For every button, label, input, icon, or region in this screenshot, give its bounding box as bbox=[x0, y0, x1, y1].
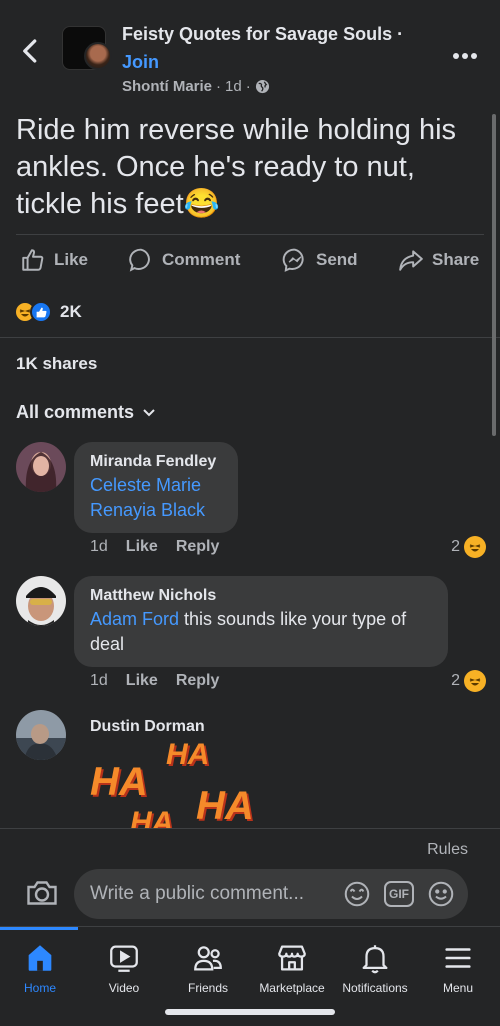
share-arrow-icon bbox=[399, 250, 423, 271]
mention-link[interactable]: Renayia Black bbox=[90, 498, 222, 523]
share-button[interactable]: Share bbox=[398, 242, 479, 278]
post-text: Ride him reverse while holding his ankle… bbox=[16, 112, 486, 223]
active-tab-indicator bbox=[0, 927, 78, 930]
avatar[interactable] bbox=[16, 442, 66, 492]
author-name[interactable]: Shontí Marie bbox=[122, 78, 212, 95]
tab-menu[interactable]: Menu bbox=[416, 941, 500, 995]
chevron-down-icon bbox=[143, 408, 155, 416]
tab-home[interactable]: Home bbox=[0, 941, 82, 995]
comment-reply-button[interactable]: Reply bbox=[176, 672, 220, 690]
mention-link[interactable]: Celeste Marie bbox=[90, 473, 222, 498]
bell-icon bbox=[362, 945, 388, 974]
comment-button[interactable]: Comment bbox=[128, 242, 240, 278]
tab-notifications[interactable]: Notifications bbox=[333, 941, 417, 995]
like-button[interactable]: Like bbox=[20, 242, 88, 278]
join-button[interactable]: Join bbox=[122, 52, 159, 73]
group-name[interactable]: Feisty Quotes for Savage Souls · bbox=[122, 24, 403, 45]
divider bbox=[0, 337, 500, 338]
gif-comment[interactable]: HA HA HA HA bbox=[74, 734, 274, 828]
post-meta: Shontí Marie · 1d · bbox=[122, 78, 270, 95]
camera-icon[interactable] bbox=[24, 875, 60, 911]
tab-marketplace[interactable]: Marketplace bbox=[250, 941, 334, 995]
rules-link[interactable]: Rules bbox=[427, 841, 468, 859]
mention-link[interactable]: Adam Ford bbox=[90, 609, 179, 629]
comment-like-button[interactable]: Like bbox=[126, 672, 158, 690]
video-icon bbox=[110, 945, 138, 972]
post-header: Feisty Quotes for Savage Souls · Join Sh… bbox=[0, 0, 500, 110]
comment-reaction[interactable]: 2 bbox=[451, 670, 486, 692]
comment-bubble[interactable]: Miranda Fendley Celeste Marie Renayia Bl… bbox=[74, 442, 238, 533]
avatar-sticker-icon[interactable] bbox=[342, 879, 372, 909]
post-emoji: 😂 bbox=[183, 188, 220, 220]
comment-time: 1d bbox=[90, 538, 108, 555]
more-options-icon[interactable] bbox=[452, 40, 478, 66]
post-time[interactable]: 1d bbox=[225, 78, 242, 95]
reaction-summary[interactable]: 2K bbox=[14, 300, 82, 324]
send-button[interactable]: Send bbox=[282, 242, 358, 278]
comment-text: Adam Ford this sounds like your type of … bbox=[90, 609, 407, 654]
comment-meta: 1d Like Reply bbox=[90, 672, 219, 690]
globe-icon bbox=[255, 79, 269, 94]
comment-placeholder: Write a public comment... bbox=[90, 883, 305, 904]
scrollbar[interactable] bbox=[492, 114, 496, 436]
marketplace-icon bbox=[278, 945, 306, 971]
comment-meta: 1d Like Reply bbox=[90, 538, 219, 556]
comment-bubble[interactable]: Matthew Nichols Adam Ford this sounds li… bbox=[74, 576, 448, 667]
comment-time: 1d bbox=[90, 672, 108, 689]
comment-like-button[interactable]: Like bbox=[126, 538, 158, 556]
avatar[interactable] bbox=[16, 576, 66, 626]
gif-text: HA bbox=[166, 738, 210, 771]
gif-text: HA bbox=[90, 760, 148, 804]
reaction-count: 2K bbox=[60, 302, 82, 321]
messenger-icon bbox=[282, 248, 304, 272]
comment-composer: Rules Write a public comment... GIF bbox=[0, 828, 500, 926]
gif-text: HA bbox=[130, 806, 174, 828]
post-body: Ride him reverse while holding his ankle… bbox=[16, 114, 457, 220]
divider bbox=[16, 234, 484, 235]
gif-text: HA bbox=[196, 784, 254, 828]
haha-reaction-icon bbox=[464, 670, 486, 692]
shares-count[interactable]: 1K shares bbox=[16, 354, 97, 374]
commenter-name[interactable]: Miranda Fendley bbox=[90, 451, 222, 473]
thumbs-up-icon bbox=[22, 249, 44, 271]
post-actions: Like Comment Send Share bbox=[0, 242, 500, 280]
tab-friends[interactable]: Friends bbox=[166, 941, 250, 995]
tab-video[interactable]: Video bbox=[82, 941, 166, 995]
home-indicator-bar bbox=[165, 1009, 335, 1015]
home-icon bbox=[28, 945, 52, 971]
comment-reaction[interactable]: 2 bbox=[451, 536, 486, 558]
author-avatar[interactable] bbox=[84, 42, 112, 70]
commenter-name[interactable]: Matthew Nichols bbox=[90, 585, 432, 607]
comments-filter[interactable]: All comments bbox=[16, 402, 156, 423]
back-arrow-icon[interactable] bbox=[16, 36, 46, 66]
friends-icon bbox=[194, 946, 222, 971]
gif-button[interactable]: GIF bbox=[384, 881, 414, 907]
emoji-icon[interactable] bbox=[426, 879, 456, 909]
bottom-tab-bar: Home Video Friends Marketplace Notificat… bbox=[0, 926, 500, 1026]
comment-reply-button[interactable]: Reply bbox=[176, 538, 220, 556]
like-reaction-icon bbox=[30, 301, 52, 323]
comment-input[interactable]: Write a public comment... GIF bbox=[74, 869, 468, 919]
haha-reaction-icon bbox=[464, 536, 486, 558]
avatar[interactable] bbox=[16, 710, 66, 760]
comment-icon bbox=[129, 248, 150, 272]
menu-icon bbox=[445, 948, 471, 968]
